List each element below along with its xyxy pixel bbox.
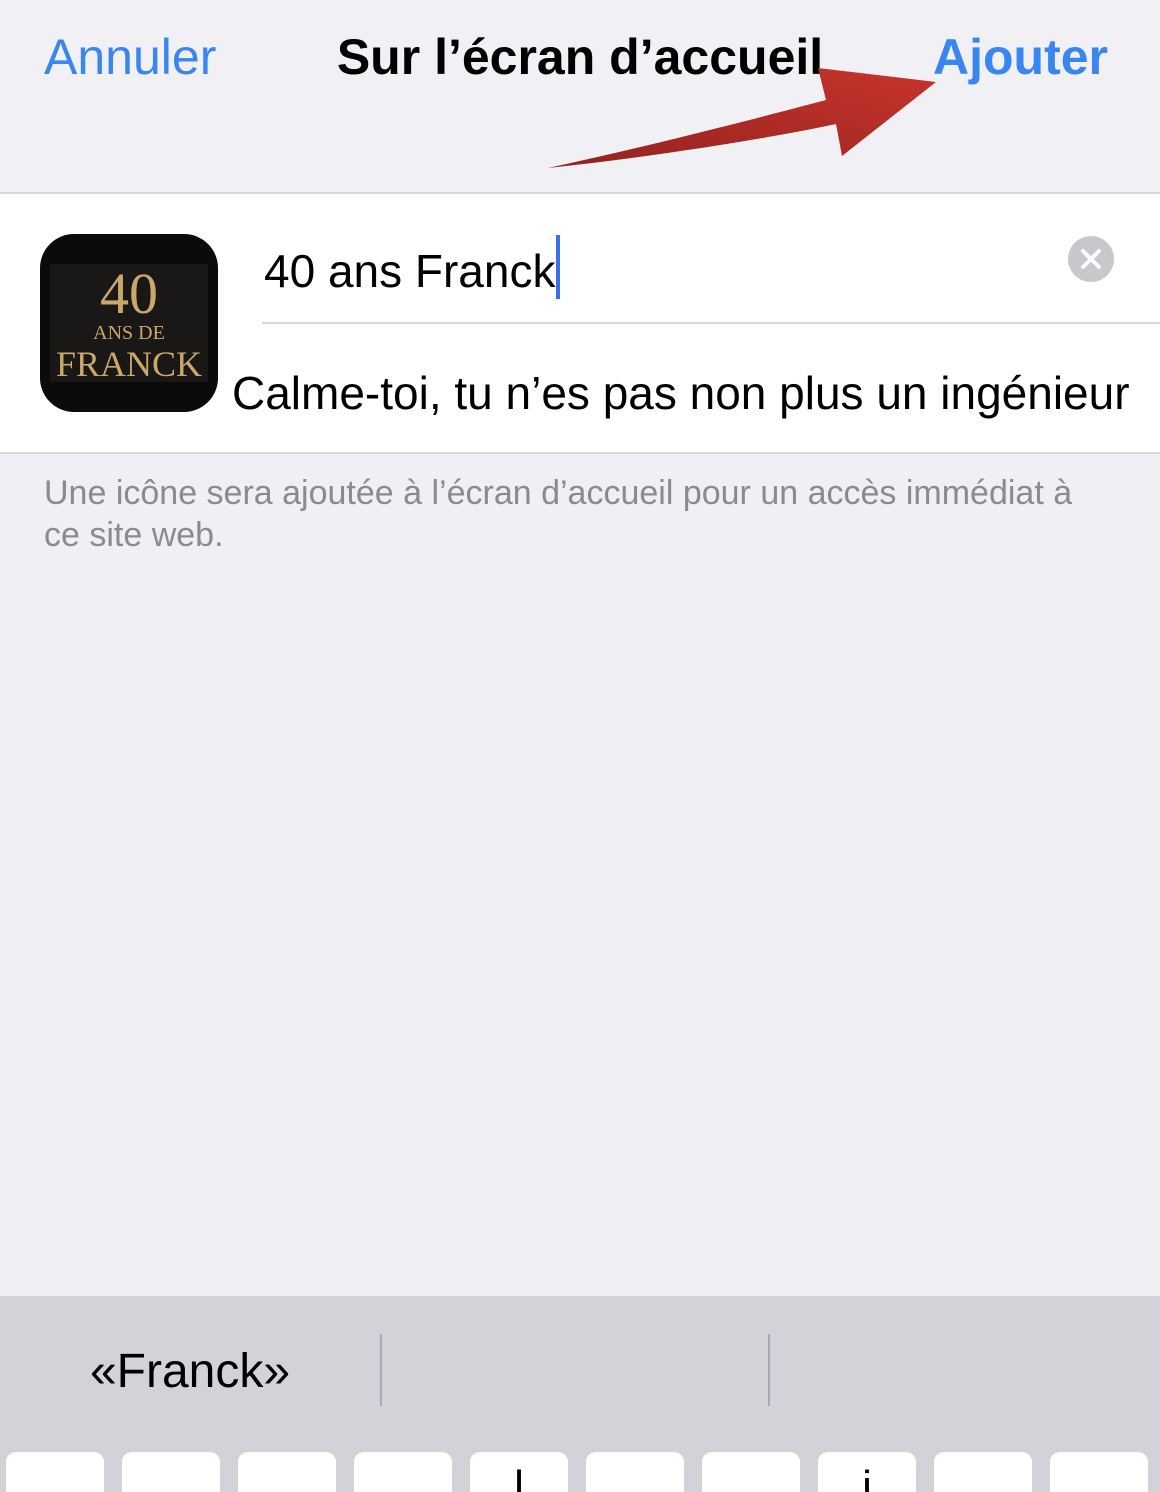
app-icon: 40 ANS DE FRANCK	[40, 234, 218, 412]
keyboard: «Franck» l i	[0, 1296, 1160, 1492]
name-field-value[interactable]: 40 ans Franck	[264, 245, 555, 297]
key-7[interactable]	[702, 1452, 800, 1492]
key-3[interactable]	[238, 1452, 336, 1492]
overlay-caption: Calme-toi, tu n’es pas non plus un ingén…	[232, 367, 1130, 419]
annotation-arrow-icon	[548, 68, 936, 168]
key-4[interactable]	[354, 1452, 452, 1492]
suggestion-3[interactable]	[770, 1336, 1160, 1408]
key-6[interactable]	[586, 1452, 684, 1492]
key-10[interactable]	[1050, 1452, 1148, 1492]
add-to-home-screen: Annuler Sur l’écran d’accueil Ajouter 40…	[0, 0, 1160, 1492]
shortcut-form: 40 ANS DE FRANCK 40 ans Franck Calme-toi…	[0, 192, 1160, 454]
cancel-button[interactable]: Annuler	[44, 26, 216, 88]
key-5[interactable]: l	[470, 1452, 568, 1492]
footnote-text: Une icône sera ajoutée à l’écran d’accue…	[44, 474, 1073, 554]
key-9[interactable]	[934, 1452, 1032, 1492]
icon-text-name: FRANCK	[55, 344, 203, 384]
key-8[interactable]: i	[818, 1452, 916, 1492]
name-field[interactable]: 40 ans Franck	[262, 224, 1160, 324]
key-2[interactable]	[122, 1452, 220, 1492]
icon-text-middle: ANS DE	[93, 322, 165, 344]
key-1[interactable]	[6, 1452, 104, 1492]
clear-icon[interactable]	[1068, 236, 1114, 282]
navigation-bar: Annuler Sur l’écran d’accueil Ajouter	[0, 0, 1160, 192]
suggestion-1[interactable]: «Franck»	[0, 1336, 380, 1408]
text-caret	[556, 235, 561, 299]
icon-text-number: 40	[100, 261, 158, 326]
suggestion-2[interactable]	[382, 1336, 768, 1408]
